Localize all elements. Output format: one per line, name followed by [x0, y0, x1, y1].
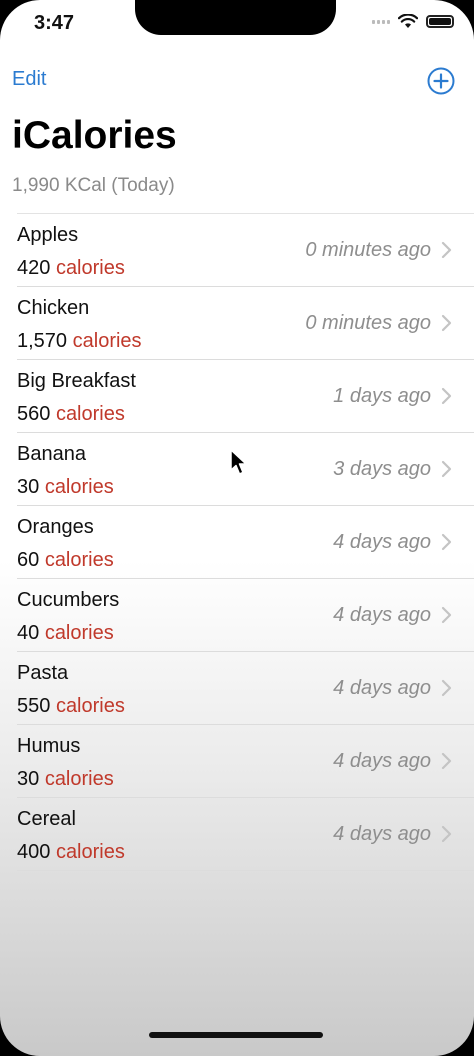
food-name: Big Breakfast — [17, 370, 136, 392]
plus-circle-icon[interactable] — [427, 67, 455, 95]
list-item[interactable]: Chicken 1,570 calories 0 minutes ago — [17, 287, 474, 360]
edit-button[interactable]: Edit — [12, 68, 46, 91]
time-ago: 0 minutes ago — [305, 312, 431, 334]
time-ago: 4 days ago — [333, 823, 431, 845]
calorie-value: 30 — [17, 476, 40, 498]
chevron-right-icon — [441, 752, 452, 770]
time-ago: 4 days ago — [333, 604, 431, 626]
food-name: Cucumbers — [17, 589, 120, 611]
chevron-right-icon — [441, 314, 452, 332]
calorie-unit: calories — [44, 622, 114, 644]
calorie-unit: calories — [55, 403, 125, 425]
time-ago: 4 days ago — [333, 677, 431, 699]
time-ago: 0 minutes ago — [305, 239, 431, 261]
battery-icon — [426, 15, 454, 28]
calorie-count: 400 calories — [17, 841, 125, 864]
calorie-value: 60 — [17, 549, 40, 571]
calorie-value: 400 — [17, 841, 51, 863]
food-name: Apples — [17, 224, 79, 246]
chevron-right-icon — [441, 679, 452, 697]
calorie-unit: calories — [55, 257, 125, 279]
calorie-value: 560 — [17, 403, 51, 425]
food-list: Apples 420 calories 0 minutes ago Chicken 1,… — [17, 213, 474, 871]
food-name: Humus — [17, 735, 81, 757]
chevron-right-icon — [441, 825, 452, 843]
chevron-right-icon — [441, 241, 452, 259]
chevron-right-icon — [441, 606, 452, 624]
signal-icon — [372, 19, 390, 24]
calorie-value: 420 — [17, 257, 51, 279]
home-indicator[interactable] — [149, 1032, 323, 1038]
mouse-cursor-icon — [230, 449, 247, 475]
calorie-unit: calories — [44, 768, 114, 790]
calorie-count: 30 calories — [17, 476, 114, 499]
chevron-right-icon — [441, 387, 452, 405]
page-title: iCalories — [12, 114, 177, 157]
food-name: Oranges — [17, 516, 94, 538]
calorie-count: 60 calories — [17, 549, 114, 572]
chevron-right-icon — [441, 533, 452, 551]
chevron-right-icon — [441, 460, 452, 478]
list-item[interactable]: Oranges 60 calories 4 days ago — [17, 506, 474, 579]
calorie-count: 40 calories — [17, 622, 114, 645]
status-icons — [372, 14, 454, 29]
time-ago: 4 days ago — [333, 750, 431, 772]
daily-total: 1,990 KCal (Today) — [12, 175, 175, 196]
calorie-value: 40 — [17, 622, 40, 644]
list-item[interactable]: Apples 420 calories 0 minutes ago — [17, 214, 474, 287]
calorie-value: 550 — [17, 695, 51, 717]
list-item[interactable]: Humus 30 calories 4 days ago — [17, 725, 474, 798]
calorie-value: 1,570 — [17, 330, 68, 352]
food-name: Chicken — [17, 297, 90, 319]
calorie-unit: calories — [72, 330, 142, 352]
calorie-count: 420 calories — [17, 257, 125, 280]
wifi-icon — [398, 14, 418, 28]
time-ago: 1 days ago — [333, 385, 431, 407]
notch — [135, 0, 336, 35]
calorie-unit: calories — [55, 695, 125, 717]
list-item[interactable]: Cucumbers 40 calories 4 days ago — [17, 579, 474, 652]
time-ago: 3 days ago — [333, 458, 431, 480]
list-item[interactable]: Cereal 400 calories 4 days ago — [17, 798, 474, 871]
calorie-count: 1,570 calories — [17, 330, 142, 353]
calorie-count: 550 calories — [17, 695, 125, 718]
status-time: 3:47 — [34, 12, 75, 34]
time-ago: 4 days ago — [333, 531, 431, 553]
food-name: Cereal — [17, 808, 76, 830]
food-name: Banana — [17, 443, 86, 465]
list-item[interactable]: Big Breakfast 560 calories 1 days ago — [17, 360, 474, 433]
calorie-unit: calories — [44, 476, 114, 498]
calorie-value: 30 — [17, 768, 40, 790]
food-name: Pasta — [17, 662, 69, 684]
calorie-unit: calories — [44, 549, 114, 571]
calorie-count: 560 calories — [17, 403, 125, 426]
calorie-count: 30 calories — [17, 768, 114, 791]
list-item[interactable]: Pasta 550 calories 4 days ago — [17, 652, 474, 725]
calorie-unit: calories — [55, 841, 125, 863]
phone-screen: 3:47 Edit iCalories 1,990 KCal (Today) A… — [0, 0, 474, 1056]
